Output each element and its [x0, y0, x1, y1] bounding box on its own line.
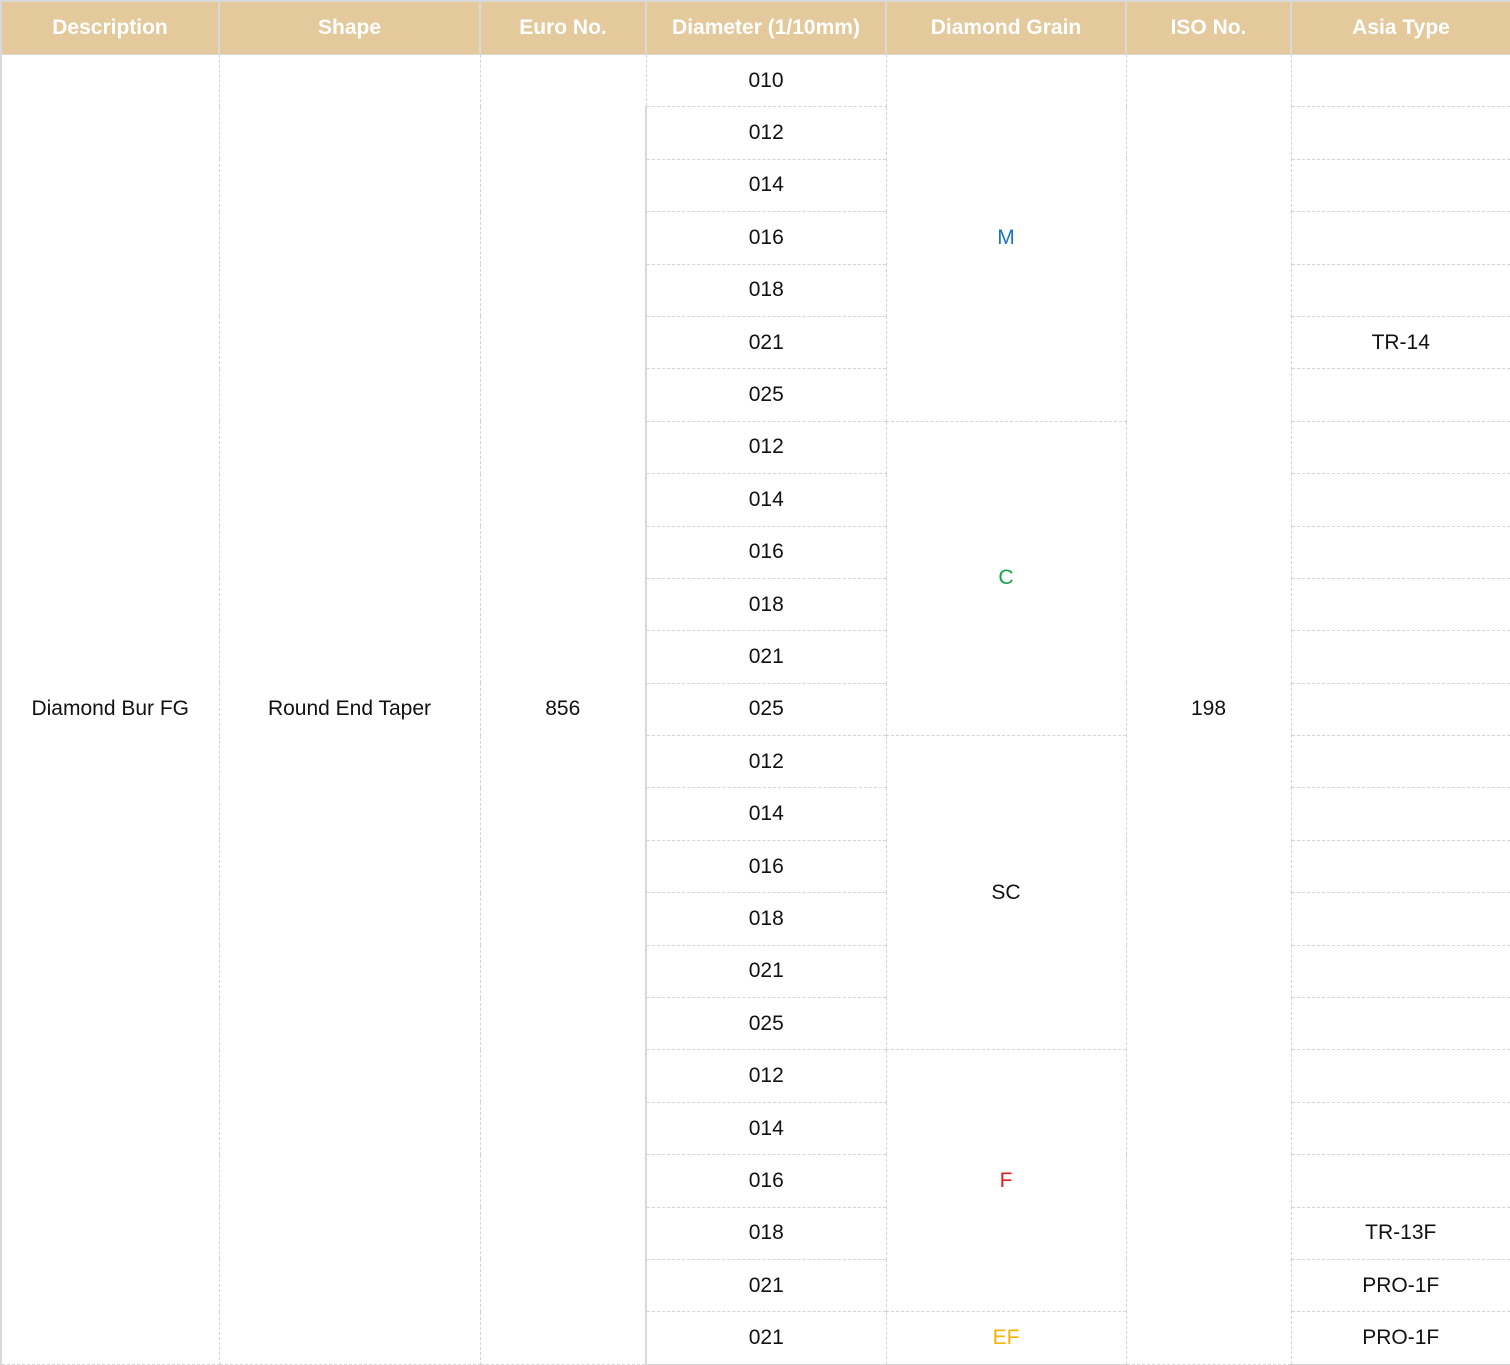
diamond-grain-cell: EF: [885, 1311, 1127, 1365]
diameter-cell: 021: [645, 1258, 887, 1313]
diameter-cell: 018: [645, 892, 887, 946]
header-description: Description: [0, 0, 220, 55]
diamond-grain-cell: M: [885, 54, 1127, 422]
header-row: Description Shape Euro No. Diameter (1/1…: [0, 0, 1510, 55]
asia-type-cell: [1290, 997, 1510, 1051]
asia-type-cell: [1290, 368, 1510, 422]
diameter-cell: 018: [645, 1206, 887, 1260]
product-table: Description Shape Euro No. Diameter (1/1…: [0, 0, 1510, 1365]
asia-type-cell: [1290, 1101, 1510, 1156]
asia-type-cell: [1290, 839, 1510, 894]
asia-type-cell: [1290, 1154, 1510, 1208]
diameter-cell: 014: [645, 158, 887, 213]
asia-type-cell: PRO-1F: [1290, 1311, 1510, 1365]
diameter-cell: 012: [645, 1049, 887, 1103]
asia-type-cell: PRO-1F: [1290, 1258, 1510, 1313]
header-euro-no: Euro No.: [479, 0, 647, 55]
table-row: Diamond Bur FG Round End Taper 856 010 M 198: [0, 53, 1510, 1365]
header-diameter: Diameter (1/10mm): [645, 0, 887, 55]
diameter-cell: 014: [645, 473, 887, 527]
asia-type-cell: [1290, 53, 1510, 108]
diameter-cell: 012: [645, 106, 887, 160]
diameter-cell: 016: [645, 211, 887, 265]
header-shape: Shape: [218, 0, 481, 55]
diameter-cell: 018: [645, 577, 887, 632]
asia-type-cell: [1290, 1049, 1510, 1103]
asia-type-cell: [1290, 682, 1510, 737]
asia-type-cell: [1290, 211, 1510, 265]
asia-type-cell: [1290, 420, 1510, 475]
shape-cell: Round End Taper: [218, 54, 481, 1365]
asia-type-cell: [1290, 892, 1510, 946]
diameter-cell: 016: [645, 839, 887, 894]
diameter-cell: 021: [645, 1311, 887, 1365]
diameter-cell: 014: [645, 1101, 887, 1156]
diameter-cell: 021: [645, 944, 887, 999]
header-iso-no: ISO No.: [1125, 0, 1292, 55]
diamond-grain-cell: C: [885, 420, 1127, 737]
iso-no-cell: 198: [1125, 54, 1292, 1365]
asia-type-cell: [1290, 630, 1510, 684]
asia-type-cell: [1290, 735, 1510, 789]
asia-type-cell: [1290, 106, 1510, 160]
asia-type-cell: [1290, 944, 1510, 999]
header-asia-type: Asia Type: [1290, 0, 1510, 55]
asia-type-cell: [1290, 158, 1510, 213]
diamond-grain-cell: SC: [885, 735, 1127, 1051]
asia-type-cell: [1290, 473, 1510, 527]
diameter-cell: 012: [645, 420, 887, 475]
diamond-grain-cell: F: [885, 1049, 1127, 1313]
diameter-cell: 012: [645, 735, 887, 789]
diameter-cell: 010: [645, 53, 887, 108]
diameter-cell: 025: [645, 682, 887, 737]
euro-no-cell: 856: [479, 54, 647, 1365]
diameter-cell: 025: [645, 368, 887, 422]
asia-type-cell: TR-13F: [1290, 1206, 1510, 1260]
diameter-cell: 021: [645, 315, 887, 370]
diameter-cell: 014: [645, 787, 887, 841]
description-cell: Diamond Bur FG: [0, 54, 220, 1365]
diameter-cell: 018: [645, 263, 887, 317]
diameter-cell: 021: [645, 630, 887, 684]
diameter-cell: 016: [645, 525, 887, 579]
diameter-cell: 025: [645, 997, 887, 1051]
asia-type-cell: [1290, 525, 1510, 579]
asia-type-cell: [1290, 263, 1510, 317]
header-diamond-grain: Diamond Grain: [885, 0, 1127, 55]
asia-type-cell: [1290, 787, 1510, 841]
table-body: Diamond Bur FG Round End Taper 856 010 M 198 0…: [0, 53, 1510, 1365]
asia-type-cell: [1290, 577, 1510, 632]
asia-type-cell: TR-14: [1290, 315, 1510, 370]
diameter-cell: 016: [645, 1154, 887, 1208]
